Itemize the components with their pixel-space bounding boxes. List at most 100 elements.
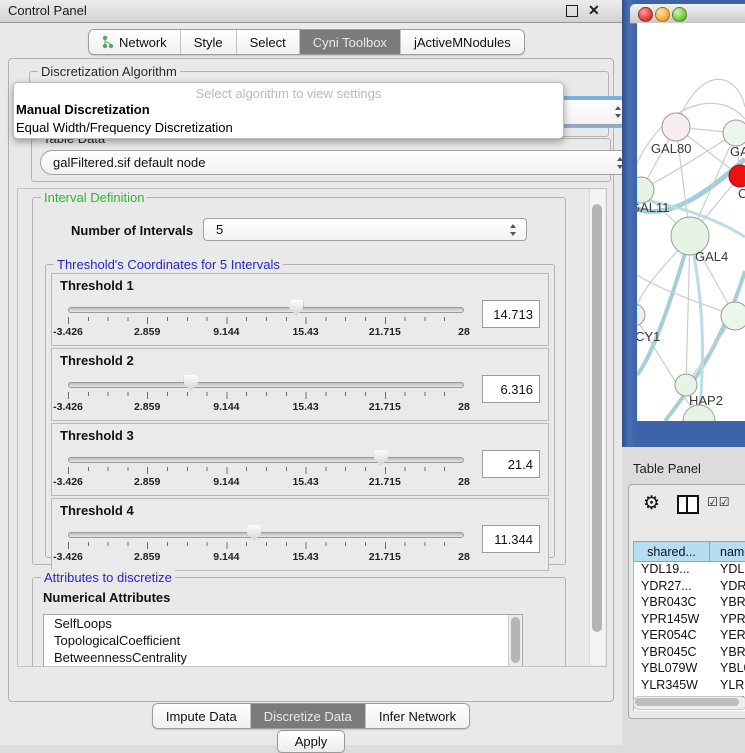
slider-tick-labels: -3.4262.8599.14415.4321.71528: [68, 476, 464, 488]
threshold-panel: Threshold 2-3.4262.8599.14415.4321.71528…: [51, 348, 549, 421]
thresholds-list: Threshold 1-3.4262.8599.14415.4321.71528…: [51, 273, 549, 573]
table-rows: YDL19...YDL19...YDR27...YDR27...YBR043CY…: [633, 562, 745, 711]
slider-knob[interactable]: [247, 525, 261, 541]
table-row[interactable]: YBR043CYBR043C: [634, 595, 745, 612]
slider-ticks: [68, 542, 464, 549]
tab-discretize-data[interactable]: Discretize Data: [251, 704, 366, 728]
threshold-slider[interactable]: -3.4262.8599.14415.4321.71528: [68, 448, 464, 492]
gear-icon[interactable]: ⚙: [643, 492, 660, 515]
minimize-traffic-light-icon[interactable]: [655, 7, 670, 22]
table-row[interactable]: YDR27...YDR27...: [634, 579, 745, 596]
zoom-traffic-light-icon[interactable]: [672, 7, 687, 22]
network-view-window: GAL80GACGAL11GAL4GCY1HHAP2: [622, 0, 745, 447]
tab-style[interactable]: Style: [181, 30, 237, 54]
network-nodes: GAL80GACGAL11GAL4GCY1HHAP2: [637, 113, 745, 421]
slider-track: [68, 382, 464, 388]
top-tab-bar: Network Style Select Cyni Toolbox jActiveMNo…: [88, 29, 525, 55]
threshold-value-field[interactable]: 11.344: [482, 525, 540, 553]
tab-label: Impute Data: [166, 709, 237, 724]
tab-label: Select: [250, 35, 286, 50]
table-row[interactable]: YPR145WYPR145W: [634, 612, 745, 629]
tab-cyni-toolbox[interactable]: Cyni Toolbox: [300, 30, 401, 54]
network-node-label: GAL80: [651, 141, 691, 156]
table-row[interactable]: YLR345WYLR345W: [634, 678, 745, 695]
apply-button[interactable]: Apply: [277, 730, 345, 753]
network-node[interactable]: [637, 304, 645, 326]
numerical-attributes-list[interactable]: SelfLoopsTopologicalCoefficientBetweenne…: [43, 614, 523, 667]
numerical-attributes-label: Numerical Attributes: [43, 590, 170, 605]
column-header-shared[interactable]: shared...: [633, 541, 709, 562]
float-window-icon[interactable]: [566, 5, 578, 17]
attributes-scrollbar[interactable]: [508, 615, 522, 667]
tab-label: Infer Network: [379, 709, 456, 724]
slider-track: [68, 457, 464, 463]
slider-tick-labels: -3.4262.8599.14415.4321.71528: [68, 551, 464, 563]
attribute-item[interactable]: BetweennessCentrality: [44, 649, 522, 666]
cell-name: YPR145W: [709, 612, 745, 629]
slider-knob[interactable]: [184, 375, 198, 391]
cell-shared-name: YLR345W: [634, 678, 709, 695]
table-panel-title: Table Panel: [633, 461, 701, 476]
table-panel-toolbar: ⚙ ☑☑: [629, 491, 745, 521]
table-row[interactable]: YBL079WYBL079W: [634, 661, 745, 678]
tab-impute-data[interactable]: Impute Data: [153, 704, 251, 728]
tab-label: jActiveMNodules: [414, 35, 511, 50]
close-icon[interactable]: ✕: [588, 2, 600, 19]
cell-shared-name: YPR145W: [634, 612, 709, 629]
threshold-value-field[interactable]: 21.4: [482, 450, 540, 478]
algorithm-option-equal-width[interactable]: Equal Width/Frequency Discretization: [14, 119, 563, 137]
cyni-toolbox-panel: Discretization Algorithm Table Data galF…: [8, 58, 614, 702]
tab-label: Network: [119, 35, 167, 50]
table-row[interactable]: YDL19...YDL19...: [634, 562, 745, 579]
attributes-group-title: Attributes to discretize: [41, 570, 175, 585]
table-row[interactable]: YER054CYER054C: [634, 628, 745, 645]
checkbox-icons[interactable]: ☑☑: [707, 495, 731, 509]
threshold-panel: Threshold 1-3.4262.8599.14415.4321.71528…: [51, 273, 549, 346]
tab-label: Cyni Toolbox: [313, 35, 387, 50]
slider-knob[interactable]: [374, 450, 388, 466]
cell-shared-name: YBR043C: [634, 595, 709, 612]
tab-infer-network[interactable]: Infer Network: [366, 704, 469, 728]
threshold-slider[interactable]: -3.4262.8599.14415.4321.71528: [68, 523, 464, 567]
cell-name: YBR045C: [709, 645, 745, 662]
tab-select[interactable]: Select: [237, 30, 300, 54]
attribute-item[interactable]: TopologicalCoefficient: [44, 632, 522, 649]
close-traffic-light-icon[interactable]: [638, 7, 653, 22]
cell-name: YBL079W: [709, 661, 745, 678]
network-node[interactable]: [721, 302, 745, 330]
tab-label: Style: [194, 35, 223, 50]
cell-shared-name: YER054C: [634, 628, 709, 645]
network-node[interactable]: [723, 120, 745, 146]
slider-ticks: [68, 467, 464, 474]
threshold-label: Threshold 3: [60, 428, 134, 443]
number-of-intervals-combobox[interactable]: 5: [203, 218, 527, 241]
slider-knob[interactable]: [289, 300, 303, 316]
threshold-slider[interactable]: -3.4262.8599.14415.4321.71528: [68, 373, 464, 417]
slider-tick-labels: -3.4262.8599.14415.4321.71528: [68, 326, 464, 338]
table-horizontal-scrollbar[interactable]: [633, 696, 745, 710]
threshold-value-field[interactable]: 14.713: [482, 300, 540, 328]
discretization-algorithm-title: Discretization Algorithm: [38, 64, 180, 79]
network-node-label: GA: [730, 144, 745, 159]
settings-scroll-area: Interval Definition Number of Intervals …: [17, 188, 607, 667]
tab-network[interactable]: Network: [89, 30, 181, 54]
attribute-item[interactable]: SelfLoops: [44, 615, 522, 632]
network-canvas[interactable]: GAL80GACGAL11GAL4GCY1HHAP2: [637, 23, 745, 421]
cell-shared-name: YDR27...: [634, 579, 709, 596]
slider-tick-labels: -3.4262.8599.14415.4321.71528: [68, 401, 464, 413]
table-data-combobox[interactable]: galFiltered.sif default node: [40, 150, 634, 175]
settings-scrollbar[interactable]: [589, 190, 605, 665]
slider-track: [68, 307, 464, 313]
network-node[interactable]: [662, 113, 690, 141]
threshold-value-field[interactable]: 6.316: [482, 375, 540, 403]
threshold-slider[interactable]: -3.4262.8599.14415.4321.71528: [68, 298, 464, 342]
column-layout-icon[interactable]: [677, 495, 699, 514]
algorithm-option-manual[interactable]: Manual Discretization: [14, 101, 563, 119]
tab-jactivemnodules[interactable]: jActiveMNodules: [401, 30, 524, 54]
number-of-intervals-value: 5: [216, 222, 223, 237]
threshold-panel: Threshold 3 -3.4262.8599.14415.4321.71528…: [51, 423, 549, 496]
table-row[interactable]: YBR045CYBR045C: [634, 645, 745, 662]
column-header-name[interactable]: name: [709, 541, 745, 562]
attributes-group: Attributes to discretize Numerical Attri…: [32, 577, 566, 667]
algorithm-placeholder-option[interactable]: Select algorithm to view settings: [14, 86, 563, 101]
